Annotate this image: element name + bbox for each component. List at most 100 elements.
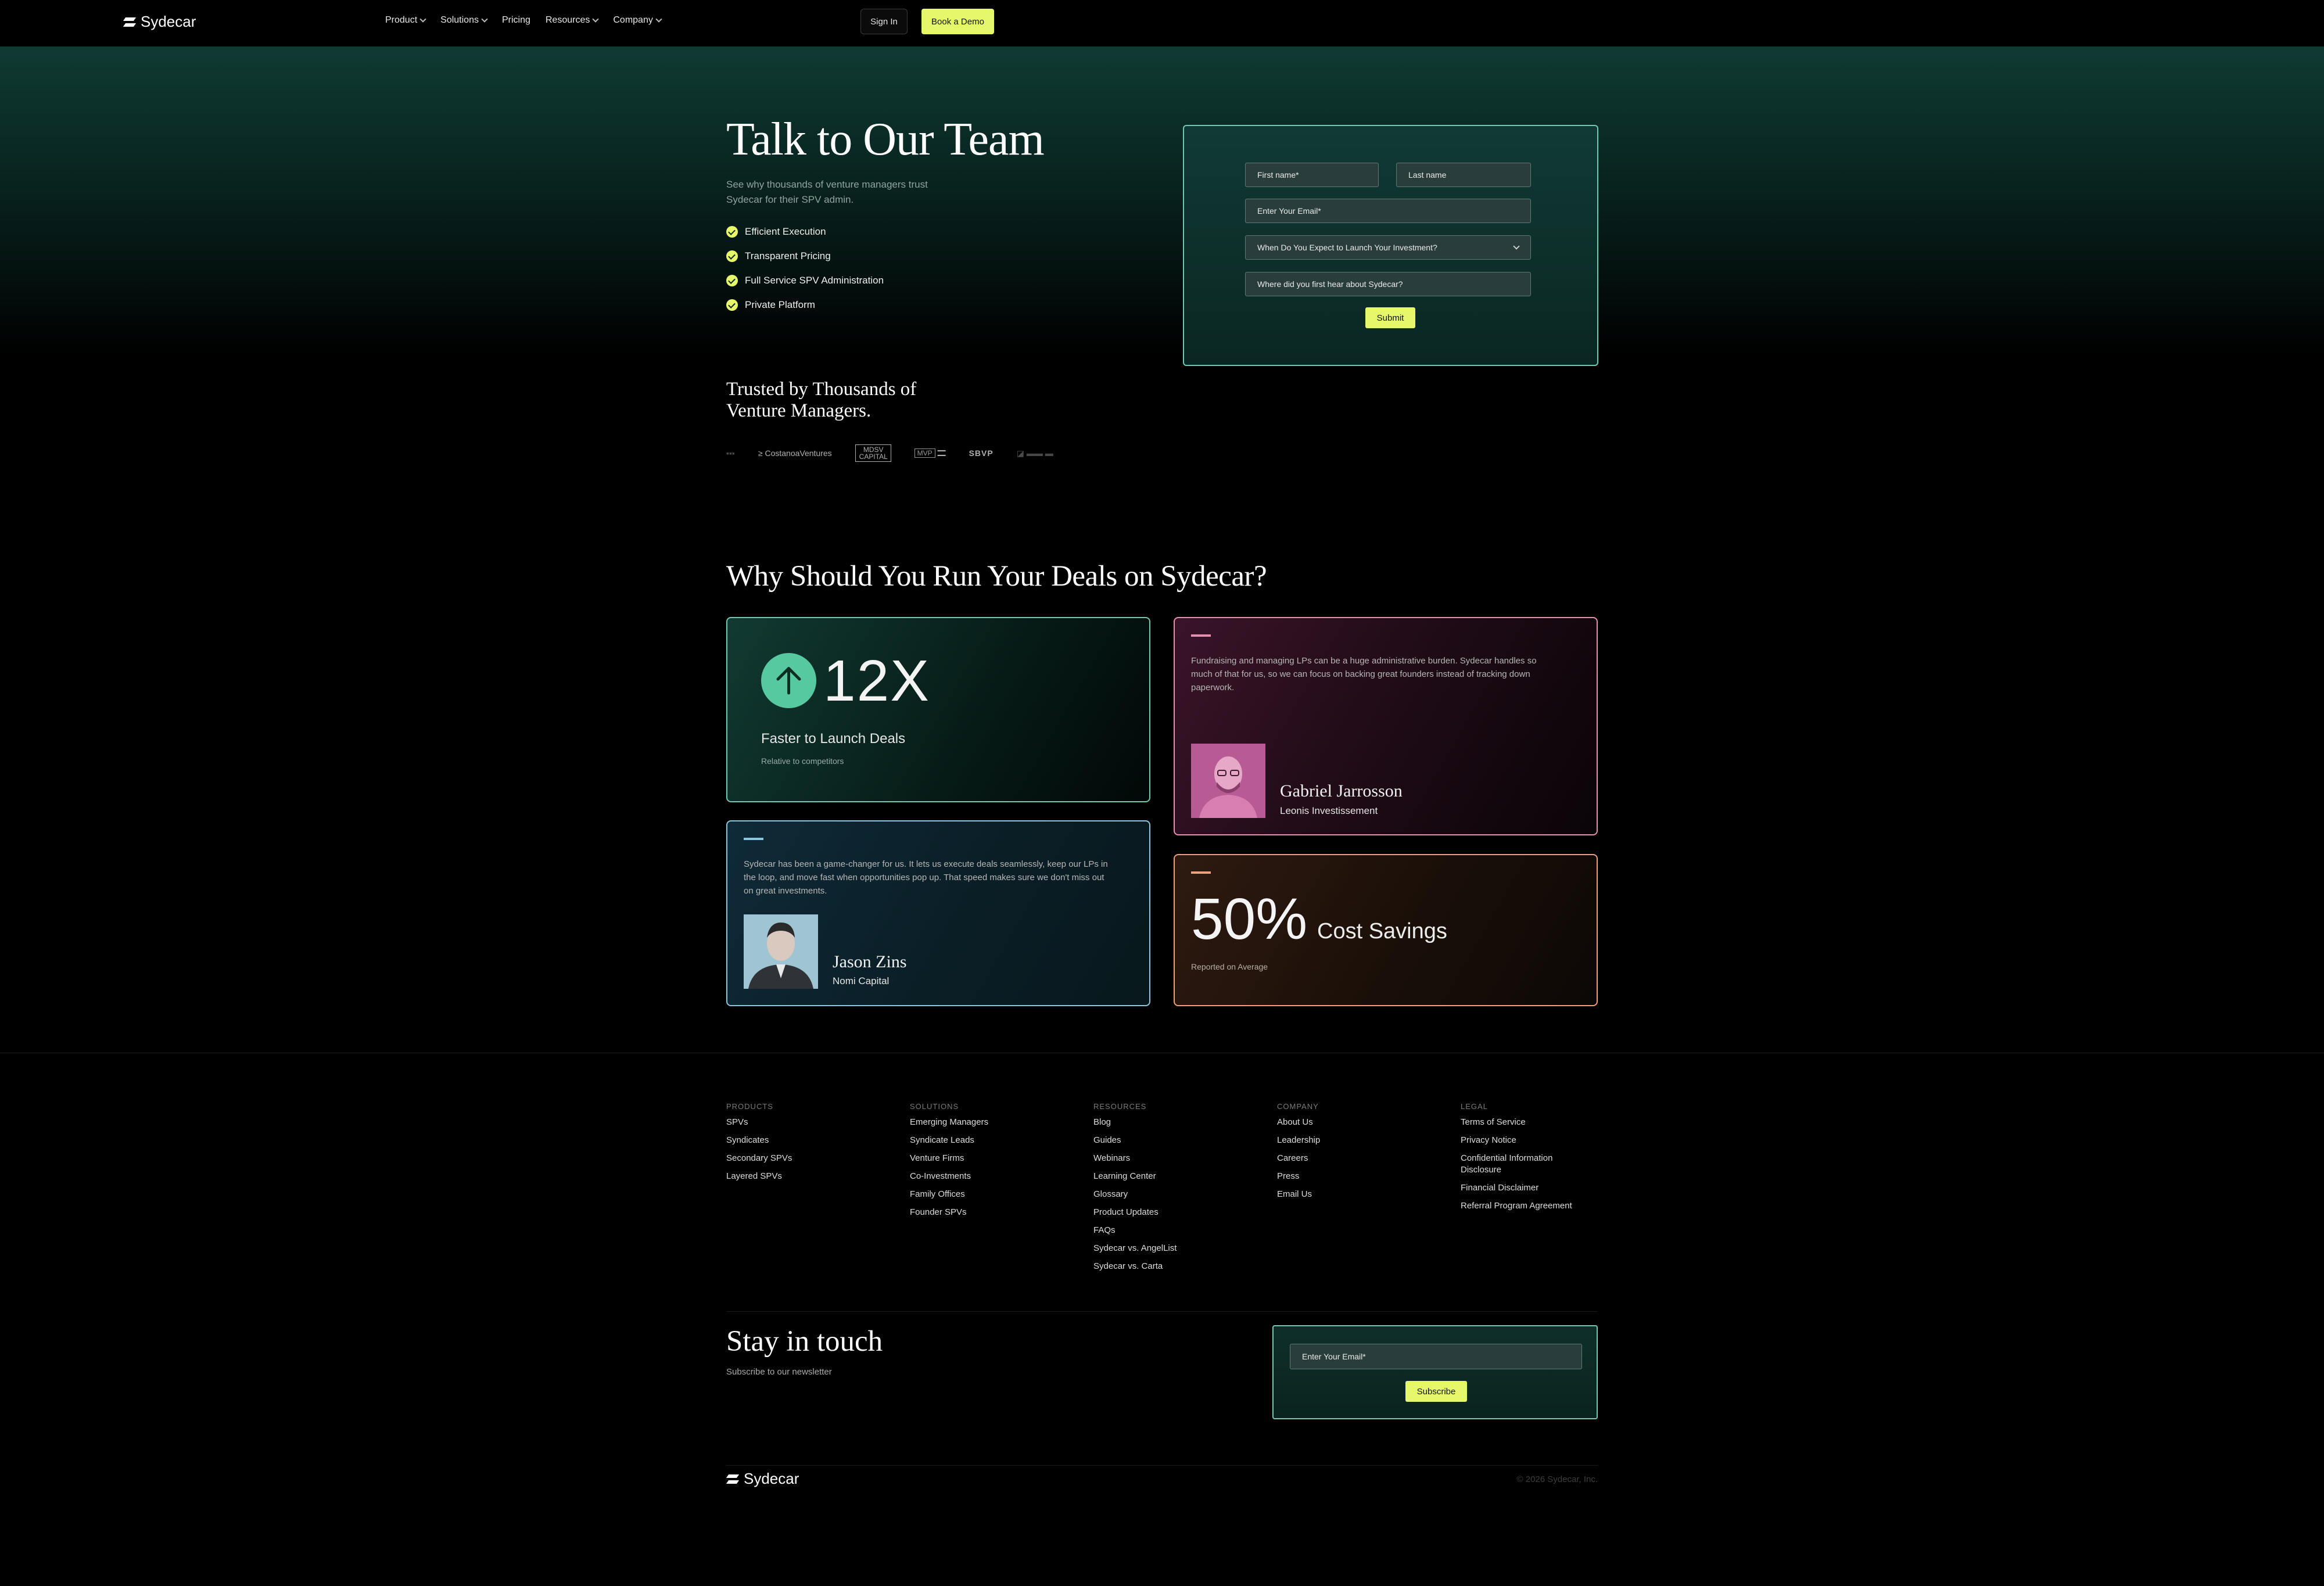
stat-label: Cost Savings <box>1317 919 1447 943</box>
launch-timing-select[interactable]: When Do You Expect to Launch Your Invest… <box>1245 235 1531 260</box>
footer-link[interactable]: Webinars <box>1093 1153 1177 1164</box>
stat-value: 12X <box>823 648 930 713</box>
footer-link[interactable]: FAQs <box>1093 1225 1177 1236</box>
check-icon <box>726 226 738 238</box>
chevron-down-icon <box>481 16 488 23</box>
testimonial-quote: Sydecar has been a game-changer for us. … <box>744 859 1108 896</box>
nav-item-pricing[interactable]: Pricing <box>502 15 530 26</box>
testimonial-card: Fundraising and managing LPs can be a hu… <box>1174 617 1598 835</box>
submit-button[interactable]: Submit <box>1365 307 1415 328</box>
footer-link[interactable]: Confidential Information Disclosure <box>1461 1153 1588 1176</box>
stat-note: Relative to competitors <box>761 756 844 766</box>
testimonial-company: Nomi Capital <box>833 975 890 986</box>
nav-item-product[interactable]: Product <box>385 15 426 26</box>
chevron-down-icon <box>1513 243 1520 250</box>
footer-link[interactable]: Syndicate Leads <box>910 1135 988 1146</box>
footer-link[interactable]: Emerging Managers <box>910 1117 988 1128</box>
nav-item-solutions[interactable]: Solutions <box>440 15 488 26</box>
mdsv-logo: MDSV CAPITAL <box>855 444 891 462</box>
footer-link[interactable]: Venture Firms <box>910 1153 988 1164</box>
sydecar-logo-icon <box>123 16 136 28</box>
footer-link[interactable]: Blog <box>1093 1117 1177 1128</box>
sbvp-logo: SBVP <box>969 448 994 458</box>
footer-link[interactable]: Terms of Service <box>1461 1117 1588 1128</box>
check-icon <box>726 275 738 286</box>
testimonial-quote: Fundraising and managing LPs can be a hu… <box>1191 656 1537 692</box>
footer-link[interactable]: Referral Program Agreement <box>1461 1200 1588 1212</box>
footer-link[interactable]: Sydecar vs. Carta <box>1093 1261 1177 1272</box>
footer-link[interactable]: Privacy Notice <box>1461 1135 1588 1146</box>
feature-item: Private Platform <box>726 293 884 317</box>
stat-card-speed: 12X Faster to Launch Deals Relative to c… <box>726 617 1150 802</box>
testimonial-name: Gabriel Jarrosson <box>1280 781 1403 801</box>
trusted-heading: Trusted by Thousands of Venture Managers… <box>726 379 917 421</box>
footer-link[interactable]: Sydecar vs. AngelList <box>1093 1243 1177 1254</box>
newsletter-form: Enter Your Email* Subscribe <box>1272 1325 1598 1419</box>
email-field[interactable]: Enter Your Email* <box>1245 199 1531 223</box>
accent-dash <box>744 838 763 840</box>
footer-column-products: PRODUCTS SPVs Syndicates Secondary SPVs … <box>726 1102 792 1182</box>
mvp-logo: MVP ▬▬ ▬▬ <box>914 448 946 458</box>
testimonial-name: Jason Zins <box>833 952 907 971</box>
footer-link[interactable]: Careers <box>1277 1153 1320 1164</box>
footer-link[interactable]: Press <box>1277 1171 1320 1182</box>
nav-menu: Product Solutions Pricing Resources Comp… <box>385 15 662 26</box>
brand-name: Sydecar <box>141 13 196 30</box>
last-name-field[interactable]: Last name <box>1396 163 1531 187</box>
chevron-down-icon <box>655 16 662 23</box>
hero-section <box>0 46 2324 523</box>
footer-column-legal: LEGAL Terms of Service Privacy Notice Co… <box>1461 1102 1588 1218</box>
testimonial-card: Sydecar has been a game-changer for us. … <box>726 820 1150 1006</box>
section-divider <box>726 1465 1598 1466</box>
feature-item: Full Service SPV Administration <box>726 268 884 293</box>
footer-link[interactable]: Founder SPVs <box>910 1207 988 1218</box>
stat-note: Reported on Average <box>1191 962 1268 971</box>
sydecar-logo-icon <box>726 1473 739 1485</box>
accent-dash <box>1191 634 1211 637</box>
chevron-down-icon <box>419 16 426 23</box>
testimonial-company: Leonis Investissement <box>1280 805 1378 816</box>
footer-column-resources: RESOURCES Blog Guides Webinars Learning … <box>1093 1102 1177 1272</box>
top-nav: Sydecar Product Solutions Pricing Resour… <box>0 0 2324 46</box>
referral-source-field[interactable]: Where did you first hear about Sydecar? <box>1245 272 1531 296</box>
feature-item: Efficient Execution <box>726 220 884 244</box>
book-demo-button[interactable]: Book a Demo <box>921 9 994 34</box>
footer-link[interactable]: Secondary SPVs <box>726 1153 792 1164</box>
partner-logo: ◪ ▬▬ ▬ <box>1016 448 1053 458</box>
footer-link[interactable]: Layered SPVs <box>726 1171 792 1182</box>
newsletter-email-field[interactable]: Enter Your Email* <box>1290 1344 1582 1369</box>
first-name-field[interactable]: First name* <box>1245 163 1379 187</box>
stat-label: Faster to Launch Deals <box>761 731 906 747</box>
newsletter-subtitle: Subscribe to our newsletter <box>726 1367 832 1377</box>
stat-value: 50% <box>1191 887 1308 952</box>
copyright: © 2026 Sydecar, Inc. <box>1516 1474 1598 1484</box>
feature-list: Efficient Execution Transparent Pricing … <box>726 220 884 317</box>
footer-link[interactable]: Learning Center <box>1093 1171 1177 1182</box>
footer-link[interactable]: Co-Investments <box>910 1171 988 1182</box>
footer-link[interactable]: Syndicates <box>726 1135 792 1146</box>
footer-logo[interactable]: Sydecar <box>726 1470 799 1488</box>
footer-link[interactable]: Financial Disclaimer <box>1461 1182 1588 1194</box>
footer-link[interactable]: About Us <box>1277 1117 1320 1128</box>
why-heading: Why Should You Run Your Deals on Sydecar… <box>726 560 1267 593</box>
nav-item-resources[interactable]: Resources <box>546 15 600 26</box>
sydecar-logo[interactable]: Sydecar <box>123 13 196 31</box>
nav-item-company[interactable]: Company <box>613 15 662 26</box>
footer-link[interactable]: Product Updates <box>1093 1207 1177 1218</box>
accent-dash <box>1191 871 1211 874</box>
avatar <box>1191 744 1265 818</box>
chevron-down-icon <box>592 16 600 23</box>
partner-logo: ▪▪▪ <box>726 448 735 458</box>
subscribe-button[interactable]: Subscribe <box>1405 1381 1467 1402</box>
footer-link[interactable]: Guides <box>1093 1135 1177 1146</box>
section-divider <box>726 1311 1598 1312</box>
footer-link[interactable]: Leadership <box>1277 1135 1320 1146</box>
footer-link[interactable]: SPVs <box>726 1117 792 1128</box>
brand-name: Sydecar <box>744 1470 799 1487</box>
footer-link[interactable]: Family Offices <box>910 1189 988 1200</box>
footer-link[interactable]: Email Us <box>1277 1189 1320 1200</box>
sign-in-button[interactable]: Sign In <box>860 9 908 34</box>
arrow-up-icon <box>761 653 816 708</box>
footer-column-solutions: SOLUTIONS Emerging Managers Syndicate Le… <box>910 1102 989 1218</box>
footer-link[interactable]: Glossary <box>1093 1189 1177 1200</box>
